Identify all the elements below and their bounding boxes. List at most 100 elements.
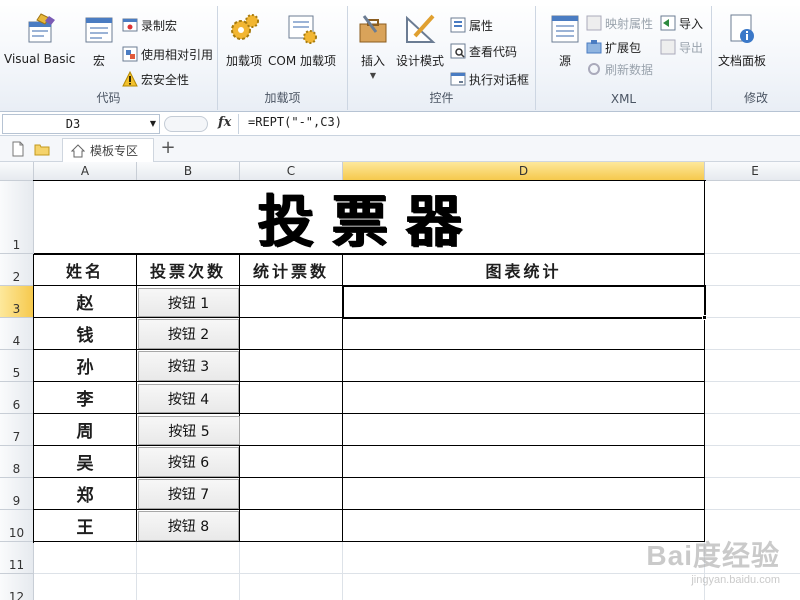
vote-button-6[interactable]: 按钮 6 (138, 447, 239, 477)
name-cell[interactable]: 钱 (34, 318, 137, 350)
tab-template-zone[interactable]: 模板专区 (62, 138, 154, 162)
count-cell[interactable] (240, 318, 343, 350)
vote-button-1[interactable]: 按钮 1 (138, 288, 239, 317)
vote-button-7[interactable]: 按钮 7 (138, 479, 239, 509)
map-properties-button[interactable]: 映射属性 (586, 12, 653, 34)
name-cell[interactable]: 王 (34, 510, 137, 542)
chevron-down-icon[interactable]: ▼ (150, 119, 156, 128)
name-cell[interactable]: 周 (34, 414, 137, 446)
name-cell[interactable]: 孙 (34, 350, 137, 382)
row-header-9[interactable]: 9 (0, 478, 34, 510)
group-xml-label: XML (610, 92, 637, 106)
row-header-12[interactable]: 12 (0, 574, 34, 600)
count-cell[interactable] (240, 510, 343, 542)
chart-cell[interactable] (343, 446, 705, 478)
xml-source-button[interactable]: 源 (548, 12, 582, 69)
name-cell[interactable]: 李 (34, 382, 137, 414)
gridline (705, 477, 800, 478)
gridline (705, 285, 800, 286)
header-tally[interactable]: 统计票数 (240, 254, 343, 286)
design-mode-button[interactable]: 设计模式 (396, 12, 444, 69)
view-code-button[interactable]: 查看代码 (450, 40, 517, 62)
vote-button-8[interactable]: 按钮 8 (138, 511, 239, 541)
formula-input[interactable]: =REPT("-",C3) (248, 115, 342, 129)
name-cell[interactable]: 郑 (34, 478, 137, 510)
column-header-a[interactable]: A (34, 162, 137, 181)
chart-cell[interactable] (343, 350, 705, 382)
new-document-icon[interactable] (10, 141, 26, 157)
document-panel-icon (730, 14, 754, 43)
row-header-5[interactable]: 5 (0, 350, 34, 382)
column-header-e[interactable]: E (705, 162, 800, 181)
chart-cell[interactable] (343, 478, 705, 510)
export-icon (660, 39, 676, 55)
row-header-4[interactable]: 4 (0, 318, 34, 350)
com-addins-button[interactable]: COM 加载项 (268, 12, 336, 69)
chart-cell[interactable] (343, 382, 705, 414)
group-code: Visual Basic 宏 录制宏 使用相对引用 宏安全性 代码 (0, 6, 218, 110)
use-relative-references-button[interactable]: 使用相对引用 (122, 43, 213, 65)
import-button[interactable]: 导入 (660, 12, 703, 34)
visual-basic-button[interactable]: Visual Basic (4, 12, 75, 66)
ribbon: Visual Basic 宏 录制宏 使用相对引用 宏安全性 代码 加载项 CO… (0, 0, 800, 112)
count-cell[interactable] (240, 382, 343, 414)
row-header-1[interactable]: 1 (0, 181, 34, 254)
refresh-data-label: 刷新数据 (605, 62, 654, 77)
count-cell[interactable] (240, 350, 343, 382)
add-sheet-button[interactable]: + (158, 139, 178, 159)
expansion-packs-button[interactable]: 扩展包 (586, 36, 641, 58)
gridline (705, 445, 800, 446)
document-panel-button[interactable]: 文档面板 (718, 12, 766, 69)
vote-button-3[interactable]: 按钮 3 (138, 351, 239, 381)
count-cell[interactable] (240, 414, 343, 446)
macro-security-button[interactable]: 宏安全性 (122, 68, 189, 90)
run-dialog-label: 执行对话框 (469, 72, 530, 87)
row-header-3[interactable]: 3 (0, 286, 34, 318)
insert-function-icon[interactable]: fx (218, 115, 231, 130)
row-header-7[interactable]: 7 (0, 414, 34, 446)
run-dialog-button[interactable]: 执行对话框 (450, 68, 529, 90)
count-cell[interactable] (240, 446, 343, 478)
chart-cell[interactable] (343, 414, 705, 446)
count-cell[interactable] (240, 478, 343, 510)
spreadsheet-grid[interactable]: A B C D E 1 2 3 4 5 6 7 8 9 10 11 12 投票器… (0, 162, 800, 600)
chevron-down-icon: ▼ (369, 71, 377, 80)
row-header-10[interactable]: 10 (0, 510, 34, 542)
table-left-border (33, 254, 34, 543)
gridline (239, 542, 240, 600)
header-name[interactable]: 姓名 (34, 254, 137, 286)
chart-cell[interactable] (343, 318, 705, 350)
name-cell[interactable]: 吴 (34, 446, 137, 478)
fill-handle[interactable] (702, 315, 707, 320)
count-cell[interactable] (240, 286, 343, 318)
group-modify-label: 修改 (743, 91, 768, 105)
name-cell[interactable]: 赵 (34, 286, 137, 318)
gridline (705, 381, 800, 382)
row-header-2[interactable]: 2 (0, 254, 34, 286)
title-cell[interactable]: 投票器 (34, 181, 705, 255)
vote-button-2[interactable]: 按钮 2 (138, 319, 239, 349)
column-header-b[interactable]: B (137, 162, 240, 181)
insert-control-button[interactable]: 插入 ▼ (356, 12, 390, 80)
group-modify: 文档面板 修改 (712, 6, 800, 110)
row-header-6[interactable]: 6 (0, 382, 34, 414)
header-vote-count[interactable]: 投票次数 (137, 254, 240, 286)
folder-icon[interactable] (34, 141, 50, 157)
vote-button-4[interactable]: 按钮 4 (138, 384, 239, 413)
refresh-data-button[interactable]: 刷新数据 (586, 58, 653, 80)
export-button[interactable]: 导出 (660, 36, 703, 58)
macros-button[interactable]: 宏 (82, 12, 116, 69)
name-box[interactable]: D3 ▼ (2, 114, 160, 134)
properties-button[interactable]: 属性 (450, 14, 493, 36)
row-header-11[interactable]: 11 (0, 542, 34, 574)
group-addins: 加载项 COM 加载项 加载项 (218, 6, 348, 110)
formula-bar-splitter[interactable] (164, 116, 208, 132)
export-label: 导出 (679, 40, 704, 55)
formula-bar: D3 ▼ fx =REPT("-",C3) (0, 112, 800, 136)
vote-button-5[interactable]: 按钮 5 (138, 416, 240, 445)
header-chart[interactable]: 图表统计 (343, 254, 705, 286)
record-macro-button[interactable]: 录制宏 (122, 14, 177, 36)
select-all-corner[interactable] (0, 162, 34, 181)
row-header-8[interactable]: 8 (0, 446, 34, 478)
addins-button[interactable]: 加载项 (226, 12, 262, 69)
